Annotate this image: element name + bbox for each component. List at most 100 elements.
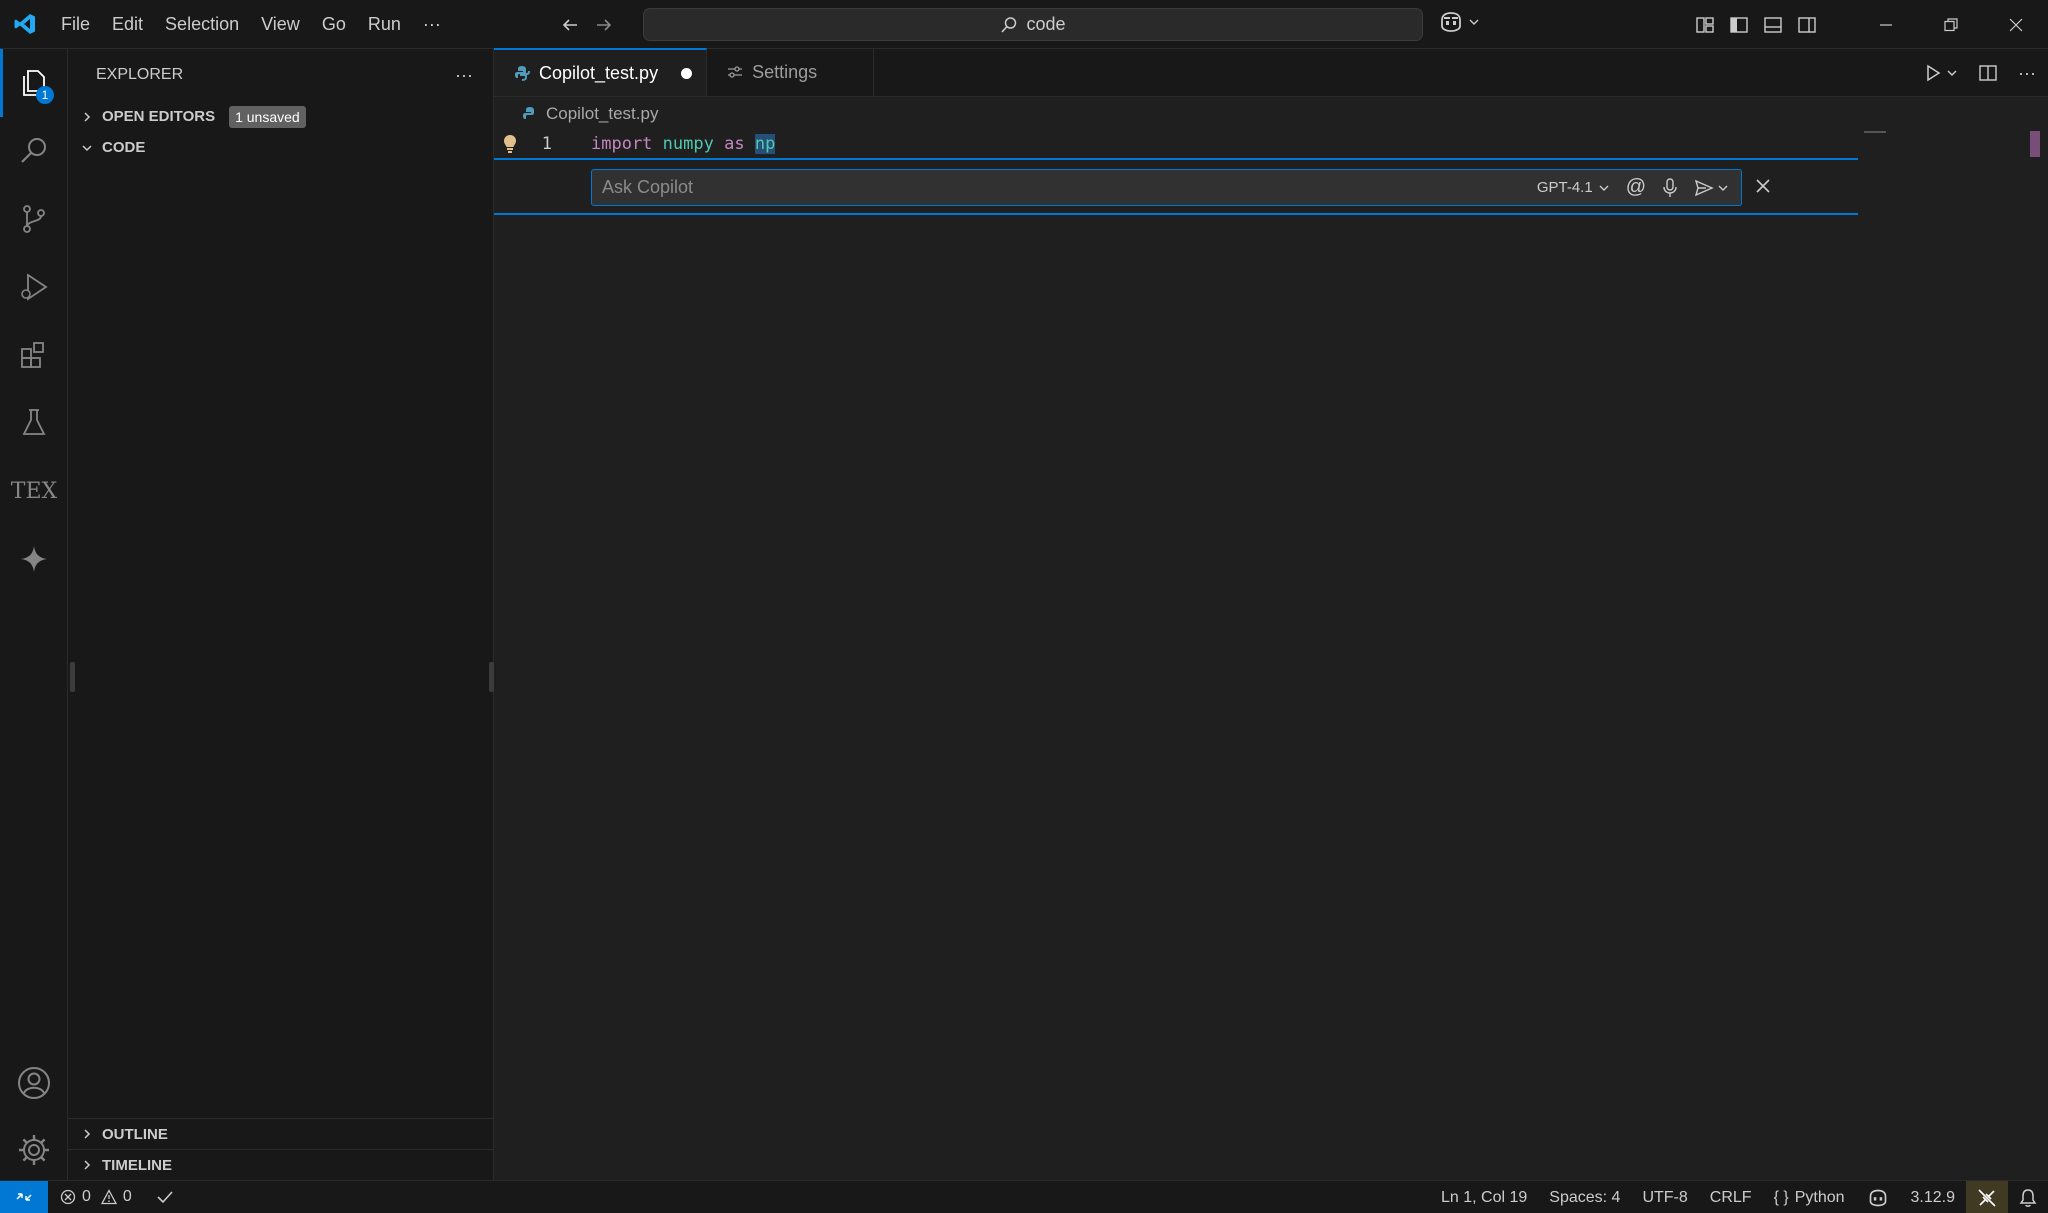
- explorer-badge: 1: [36, 86, 54, 104]
- code-text: import numpy as np: [591, 134, 776, 154]
- folder-section-code[interactable]: CODE: [68, 132, 493, 163]
- problems-status[interactable]: 0 0: [60, 1188, 174, 1206]
- activity-extensions[interactable]: [0, 321, 68, 389]
- copilot-status[interactable]: [1856, 1181, 1900, 1213]
- cursor-position[interactable]: Ln 1, Col 19: [1430, 1181, 1538, 1213]
- explorer-more-button[interactable]: ···: [455, 65, 473, 86]
- python-file-icon: [522, 106, 538, 122]
- timeline-section[interactable]: TIMELINE: [68, 1149, 494, 1180]
- copilot-menu-button[interactable]: [1438, 10, 1480, 34]
- activity-run-debug[interactable]: [0, 253, 68, 321]
- ask-copilot-input[interactable]: Ask Copilot GPT-4.1 @: [591, 169, 1742, 206]
- unsaved-dot-icon[interactable]: [681, 67, 693, 79]
- chevron-down-icon: [78, 142, 96, 154]
- indentation-status[interactable]: Spaces: 4: [1538, 1181, 1631, 1213]
- extensions-icon: [17, 338, 51, 372]
- outline-section[interactable]: OUTLINE: [68, 1118, 494, 1149]
- run-python-file-button[interactable]: [1924, 64, 1958, 82]
- split-editor-icon[interactable]: [1978, 63, 1998, 83]
- chevron-down-icon: [1598, 182, 1610, 194]
- activity-search[interactable]: [0, 117, 68, 185]
- menu-selection[interactable]: Selection: [154, 0, 250, 49]
- encoding-status[interactable]: UTF-8: [1631, 1181, 1698, 1213]
- menu-run[interactable]: Run: [357, 0, 412, 49]
- ask-copilot-placeholder: Ask Copilot: [602, 177, 694, 197]
- copilot-sparkle-icon: [17, 542, 51, 576]
- plug-disconnected-icon: [1977, 1188, 1997, 1208]
- menu-view[interactable]: View: [250, 0, 311, 49]
- explorer-header: EXPLORER ···: [68, 49, 493, 101]
- activity-source-control[interactable]: [0, 185, 68, 253]
- activity-tex[interactable]: TEX: [0, 457, 68, 525]
- menu-more-button[interactable]: ···: [412, 0, 452, 49]
- toggle-primary-sidebar-icon[interactable]: [1729, 15, 1749, 35]
- remote-indicator-button[interactable]: [0, 1180, 48, 1213]
- minimize-button[interactable]: [1853, 0, 1918, 49]
- send-button[interactable]: [1694, 179, 1729, 197]
- lightbulb-icon[interactable]: [502, 134, 518, 154]
- keyword-as: as: [724, 134, 745, 154]
- open-editors-label: OPEN EDITORS: [102, 108, 216, 125]
- sidebar-sash-handle[interactable]: [70, 662, 75, 692]
- gear-icon: [16, 1132, 52, 1168]
- copilot-icon: [1867, 1188, 1889, 1208]
- keyword-import: import: [591, 134, 653, 154]
- tab-copilot-test[interactable]: Copilot_test.py: [494, 48, 708, 96]
- activity-testing[interactable]: [0, 389, 68, 457]
- braces-icon: { }: [1773, 1188, 1789, 1206]
- model-picker[interactable]: GPT-4.1: [1537, 179, 1610, 196]
- explorer-title: EXPLORER: [96, 66, 184, 83]
- language-mode[interactable]: { } Python: [1763, 1181, 1856, 1213]
- menu-go[interactable]: Go: [311, 0, 357, 49]
- microphone-icon[interactable]: [1662, 177, 1678, 198]
- breadcrumb-file[interactable]: Copilot_test.py: [546, 104, 658, 124]
- unsaved-badge: 1 unsaved: [229, 105, 306, 128]
- scrollbar-marker[interactable]: [2030, 131, 2040, 157]
- activity-accounts[interactable]: [0, 1049, 68, 1117]
- activity-copilot[interactable]: [0, 525, 68, 593]
- activity-manage[interactable]: [0, 1116, 68, 1184]
- tab-settings[interactable]: Settings: [707, 48, 875, 96]
- check-icon[interactable]: [156, 1189, 174, 1205]
- toggle-panel-icon[interactable]: [1763, 15, 1783, 35]
- warning-count: 0: [122, 1188, 132, 1205]
- title-bar-controls: [1695, 0, 2048, 49]
- restore-button[interactable]: [1918, 0, 1983, 49]
- outline-label: OUTLINE: [102, 1125, 168, 1143]
- code-line[interactable]: 1 import numpy as np: [494, 130, 1858, 158]
- close-inline-chat-icon[interactable]: [1755, 178, 1771, 194]
- tab-label: Copilot_test.py: [539, 62, 659, 83]
- tab-label: Settings: [752, 61, 818, 82]
- eol-status[interactable]: CRLF: [1699, 1181, 1763, 1213]
- editor-more-actions-icon[interactable]: ···: [2018, 63, 2036, 84]
- source-control-icon: [17, 202, 51, 236]
- editor-actions: ···: [1924, 49, 2036, 97]
- forward-arrow-icon[interactable]: [594, 15, 614, 35]
- chevron-down-icon: [1946, 67, 1958, 79]
- minimap[interactable]: [1864, 131, 1886, 133]
- open-editors-section[interactable]: OPEN EDITORS 1 unsaved: [68, 101, 493, 132]
- menu-file[interactable]: File: [50, 0, 101, 49]
- title-bar: File Edit Selection View Go Run ··· code: [0, 0, 2048, 49]
- menu-bar: File Edit Selection View Go Run ···: [50, 0, 452, 49]
- back-arrow-icon[interactable]: [560, 15, 580, 35]
- chevron-right-icon: [78, 1128, 96, 1140]
- selected-alias: np: [754, 134, 776, 154]
- command-center-search[interactable]: code: [643, 8, 1423, 41]
- close-window-button[interactable]: [1983, 0, 2048, 49]
- remote-icon: [15, 1188, 33, 1206]
- customize-layout-icon[interactable]: [1695, 15, 1715, 35]
- no-connection-status[interactable]: [1966, 1181, 2008, 1213]
- mention-button[interactable]: @: [1626, 176, 1646, 199]
- chevron-right-icon: [78, 111, 96, 123]
- activity-explorer[interactable]: 1: [0, 49, 68, 117]
- editor-area: Copilot_test.py Settings ··· Copilot_tes…: [494, 48, 2048, 1180]
- python-version[interactable]: 3.12.9: [1900, 1181, 1966, 1213]
- error-icon: [60, 1189, 76, 1205]
- toggle-secondary-sidebar-icon[interactable]: [1797, 15, 1817, 35]
- notifications-button[interactable]: [2008, 1181, 2048, 1213]
- chevron-right-icon: [78, 1159, 96, 1171]
- menu-edit[interactable]: Edit: [101, 0, 154, 49]
- vscode-logo-icon: [0, 0, 50, 49]
- editor-tabs: Copilot_test.py Settings ···: [494, 48, 2048, 97]
